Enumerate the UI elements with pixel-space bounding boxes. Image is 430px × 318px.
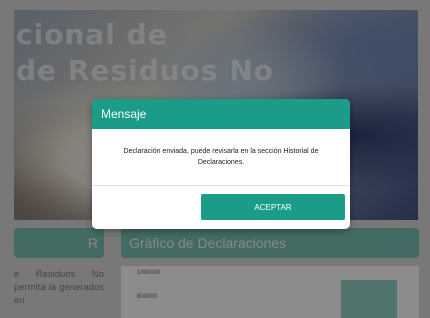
dialog-footer: ACEPTAR bbox=[92, 186, 350, 229]
dialog-title: Mensaje bbox=[92, 99, 350, 129]
dialog-message: Declaración enviada, puede revisarla en … bbox=[123, 148, 319, 166]
message-dialog: Mensaje Declaración enviada, puede revis… bbox=[92, 99, 350, 229]
accept-button[interactable]: ACEPTAR bbox=[201, 194, 345, 220]
